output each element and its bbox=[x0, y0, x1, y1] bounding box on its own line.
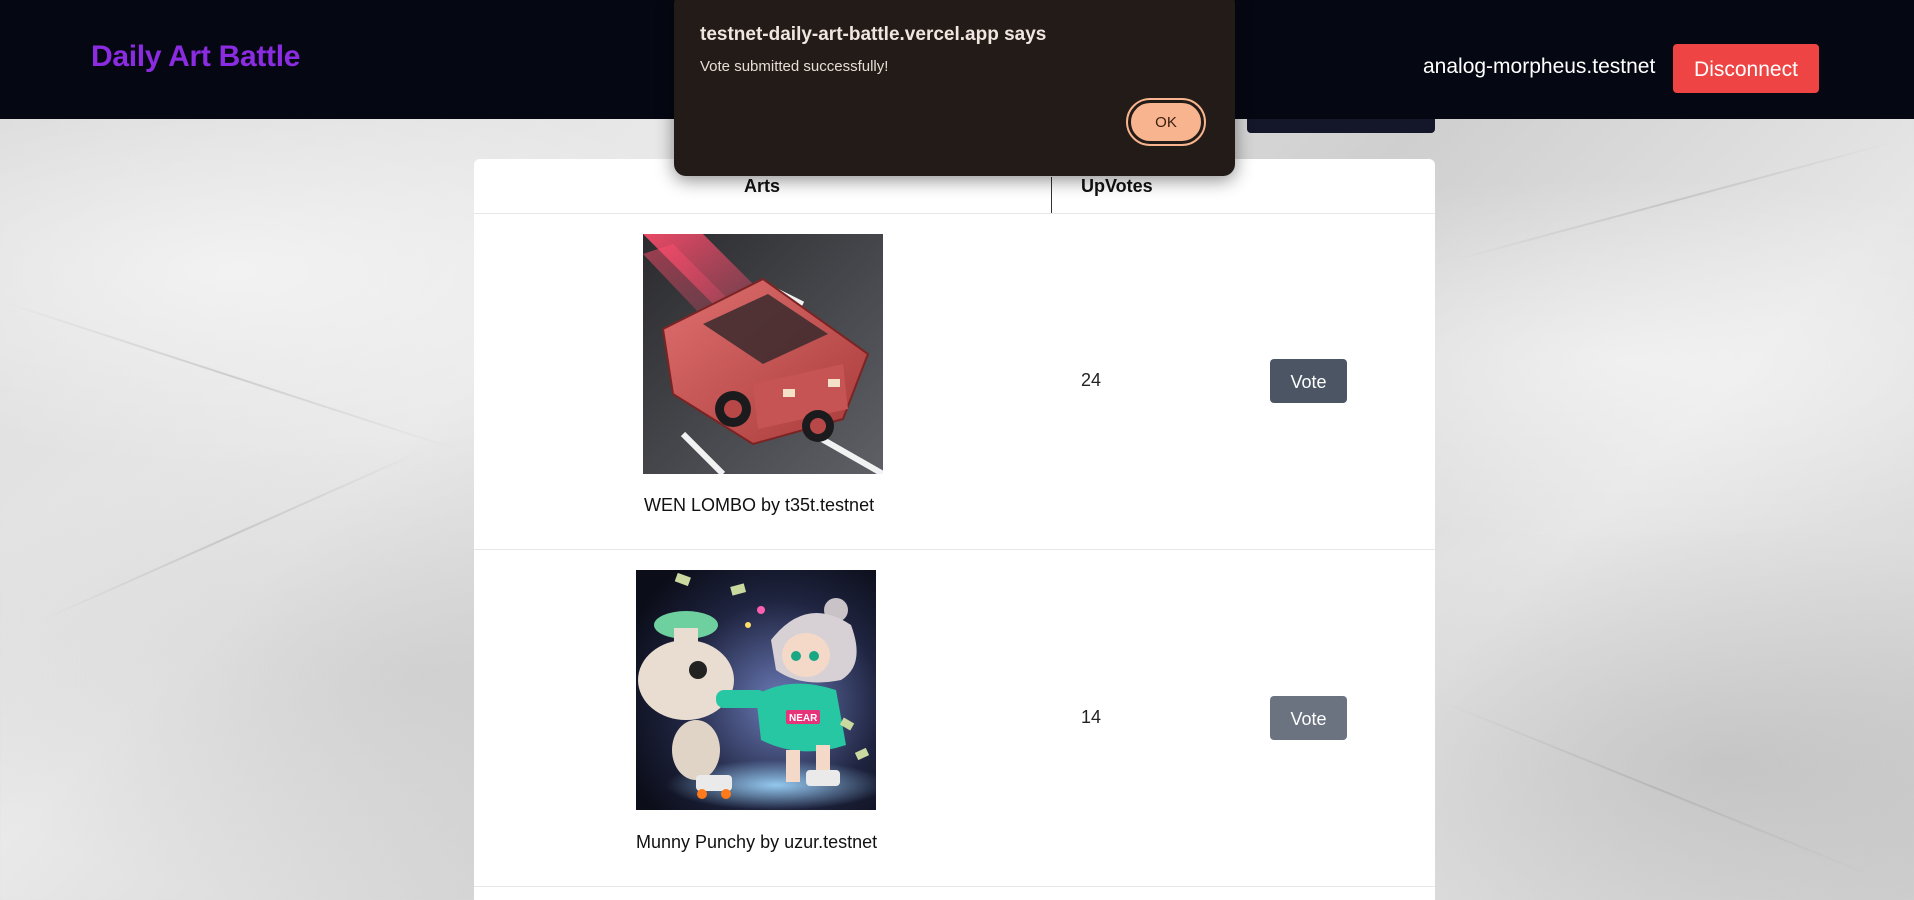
artwork-title: Munny Punchy by uzur.testnet bbox=[636, 832, 878, 852]
paper-texture bbox=[1449, 140, 1895, 262]
table-row: WEN LOMBO by t35t.testnet 24 Vote bbox=[474, 213, 1435, 550]
paper-texture bbox=[39, 449, 425, 622]
column-divider bbox=[1051, 177, 1052, 213]
ok-button[interactable]: OK bbox=[1126, 98, 1206, 146]
vote-button[interactable]: Vote bbox=[1270, 696, 1347, 740]
obscured-header-button[interactable] bbox=[1247, 119, 1435, 133]
artwork-image[interactable] bbox=[643, 234, 883, 474]
brand-logo[interactable]: Daily Art Battle bbox=[91, 40, 300, 74]
anime-girl-punching-artwork: NEAR bbox=[636, 570, 876, 810]
vote-button[interactable]: Vote bbox=[1270, 359, 1347, 403]
column-header-arts: Arts bbox=[744, 176, 781, 196]
account-id: analog-morpheus.testnet bbox=[1423, 55, 1656, 78]
alert-dialog: testnet-daily-art-battle.vercel.app says… bbox=[674, 0, 1235, 176]
column-header-upvotes: UpVotes bbox=[1081, 176, 1153, 196]
paper-texture bbox=[0, 300, 457, 451]
art-table: Arts UpVotes WEN LOMBO by t35t.testnet 2… bbox=[474, 159, 1435, 900]
paper-texture bbox=[1439, 700, 1877, 878]
upvote-count: 14 bbox=[1081, 707, 1102, 727]
table-row: NEAR Munny Punchy by uzur.testnet 14 Vot… bbox=[474, 550, 1435, 887]
dialog-title: testnet-daily-art-battle.vercel.app says bbox=[700, 24, 1047, 45]
artwork-image[interactable]: NEAR bbox=[636, 570, 876, 810]
upvote-count: 24 bbox=[1081, 370, 1102, 390]
artwork-title: WEN LOMBO by t35t.testnet bbox=[644, 495, 875, 515]
red-lamborghini-artwork bbox=[643, 234, 883, 474]
disconnect-button[interactable]: Disconnect bbox=[1673, 44, 1819, 93]
svg-text:NEAR: NEAR bbox=[789, 713, 818, 724]
dialog-message: Vote submitted successfully! bbox=[700, 58, 889, 75]
